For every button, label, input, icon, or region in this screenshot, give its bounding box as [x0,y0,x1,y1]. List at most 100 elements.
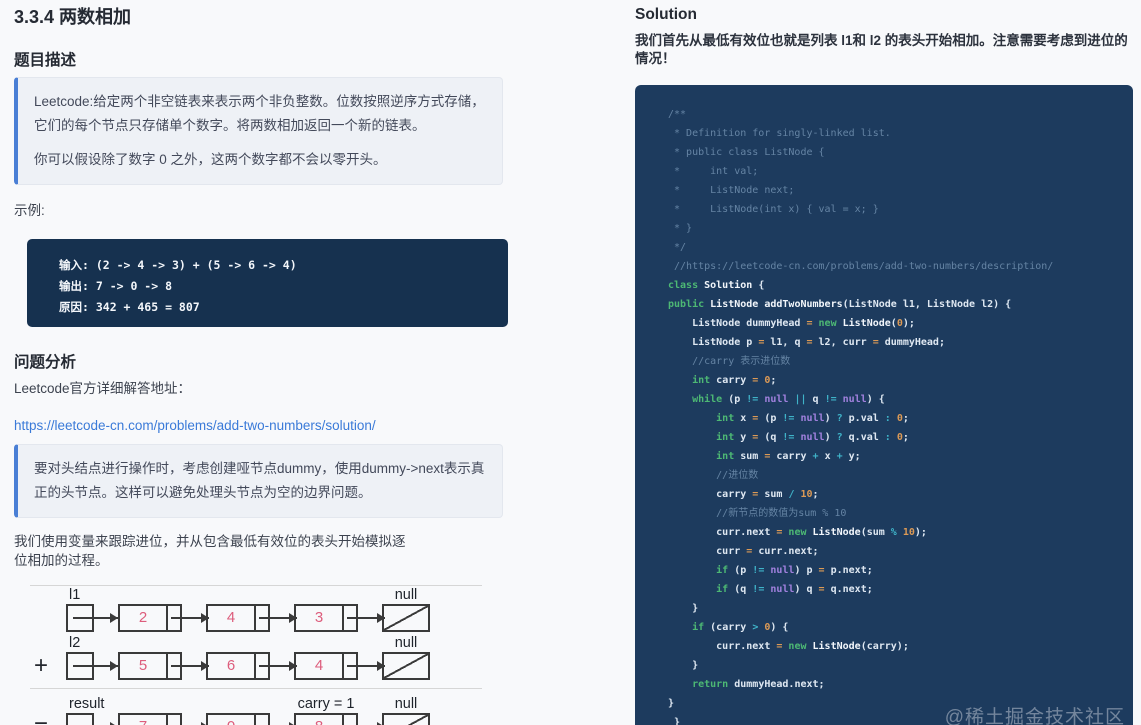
left-column: 3.3.4 两数相加 题目描述 Leetcode:给定两个非空链表来表示两个非负… [14,0,508,725]
example-line: 原因: 342 + 465 = 807 [59,300,200,314]
null-box [382,652,430,680]
node-value: 4 [226,609,236,626]
carry-paragraph-line: 位相加的过程。 [14,553,109,568]
solution-link[interactable]: https://leetcode-cn.com/problems/add-two… [14,418,376,433]
code-line: int sum = carry + x + y; [668,451,861,462]
code-line: public ListNode addTwoNumbers(ListNode l… [668,299,1012,310]
node-pointer-cell [254,606,297,630]
code-line: return dummyHead.next; [668,679,825,690]
null-label: null [394,696,418,712]
solution-code: /** * Definition for singly-linked list.… [668,105,1133,725]
list-node-box: 4 [206,604,297,632]
code-line: ListNode dummyHead = new ListNode(0); [668,318,915,329]
code-line: curr.next = new ListNode(carry); [668,641,909,652]
carry-label: carry = 1 [297,696,355,712]
code-line: //https://leetcode-cn.com/problems/add-t… [668,261,1054,272]
analysis-intro: Leetcode官方详细解答地址： [14,381,192,396]
code-line: if (q != null) q = q.next; [668,584,873,595]
head-pointer-box [66,604,118,632]
diagram-row-labels: result carry = 1 null [66,695,508,713]
list-node-box: 7 [118,713,209,725]
diagram-row-l2: l2 null +5 6 4 [30,634,508,680]
list-node-box: 5 [118,652,209,680]
node-value: 3 [314,609,324,626]
node-pointer-cell [166,606,209,630]
diagram-node-line: +5 6 4 [30,652,508,680]
watermark: @稀土掘金技术社区 [944,707,1125,725]
code-line: } [668,660,699,671]
null-label: null [394,587,418,603]
null-box [382,713,430,725]
list-node-box: 4 [294,652,385,680]
list-node-box: 3 [294,604,385,632]
section-heading-analysis: 问题分析 [14,354,77,371]
code-line: * ListNode(int x) { val = x; } [668,204,879,215]
carry-paragraph: 我们使用变量来跟踪进位，并从包含最低有效位的表头开始模拟逐 位相加的过程。 [14,532,508,570]
code-line: * Definition for singly-linked list. [668,128,891,139]
solution-code-block: /** * Definition for singly-linked list.… [635,85,1133,725]
head-pointer-box [66,713,118,725]
diagram-node-line: = 7 0 8 [30,713,508,725]
diagram-row-l1: l1 null 2 4 3 [30,586,508,632]
node-pointer-cell [254,654,297,678]
node-pointer-cell [342,654,385,678]
code-line: curr = curr.next; [668,546,819,557]
code-line: int x = (p != null) ? p.val : 0; [668,413,909,424]
node-value: 2 [138,609,148,626]
dummy-node-tip-quote: 要对头结点进行操作时，考虑创建哑节点dummy，使用dummy->next表示真… [14,444,503,518]
code-line: carry = sum / 10; [668,489,819,500]
code-line: * int val; [668,166,759,177]
node-value: 8 [296,715,342,725]
code-line: //carry 表示进位数 [668,356,791,367]
example-label: 示例: [14,203,45,218]
list-label: l2 [69,635,81,651]
node-value: 7 [120,715,166,725]
code-line: //进位数 [668,470,759,481]
page-title: 3.3.4 两数相加 [14,7,132,27]
diagram-separator [30,688,482,689]
diagram-row-labels: l1 null [66,586,508,604]
code-line: if (p != null) p = p.next; [668,565,873,576]
solution-intro: 我们首先从最低有效位也就是列表 l1和 l2 的表头开始相加。注意需要考虑到进位… [635,33,1128,66]
node-value: 5 [138,657,148,674]
list-node-box: 6 [206,652,297,680]
linked-list-diagram: l1 null 2 4 3 l2 null +5 6 4 result carry = 1 null = 7… [14,585,508,725]
code-line: while (p != null || q != null) { [668,394,885,405]
code-line: ListNode p = l1, q = l2, curr = dummyHea… [668,337,945,348]
code-line: * } [668,223,693,234]
code-line: /** [668,109,687,120]
example-line: 输出: 7 -> 0 -> 8 [59,279,173,293]
tip-quote-paragraph: 要对头结点进行操作时，考虑创建哑节点dummy，使用dummy->next表示真… [34,461,485,500]
code-line: if (carry > 0) { [668,622,789,633]
list-label: l1 [69,587,81,603]
section-heading-problem: 题目描述 [14,52,77,69]
code-line: int carry = 0; [668,375,777,386]
node-pointer-cell [254,715,297,725]
solution-heading: Solution [635,6,697,23]
carry-paragraph-line: 我们使用变量来跟踪进位，并从包含最低有效位的表头开始模拟逐 [14,534,406,549]
problem-quote-paragraph: 你可以假设除了数字 0 之外，这两个数字都不会以零开头。 [34,152,387,167]
operator-sign: + [34,652,49,679]
code-line: * ListNode next; [668,185,795,196]
code-line: curr.next = new ListNode(sum % 10); [668,527,927,538]
null-label: null [394,635,418,651]
list-node-box: 0 [206,713,297,725]
list-node-box: 2 [118,604,209,632]
code-line: //新节点的数值为sum % 10 [668,508,847,519]
diagram-row-result: result carry = 1 null = 7 0 8 [30,695,508,725]
problem-quote-paragraph: Leetcode:给定两个非空链表来表示两个非负整数。位数按照逆序方式存储，它们… [34,94,485,133]
diagram-node-line: 2 4 3 [30,604,508,632]
node-value: 0 [208,715,254,725]
code-line: class Solution { [668,280,765,291]
problem-quote: Leetcode:给定两个非空链表来表示两个非负整数。位数按照逆序方式存储，它们… [14,77,503,185]
head-pointer-box [66,652,118,680]
node-pointer-cell [342,606,385,630]
node-pointer-cell [342,715,385,725]
node-value: 6 [226,657,236,674]
code-line: int y = (q != null) ? q.val : 0; [668,432,909,443]
node-pointer-cell [166,654,209,678]
diagram-row-labels: l2 null [66,634,508,652]
list-label: result [69,696,105,712]
node-pointer-cell [166,715,209,725]
code-line: } [668,603,699,614]
